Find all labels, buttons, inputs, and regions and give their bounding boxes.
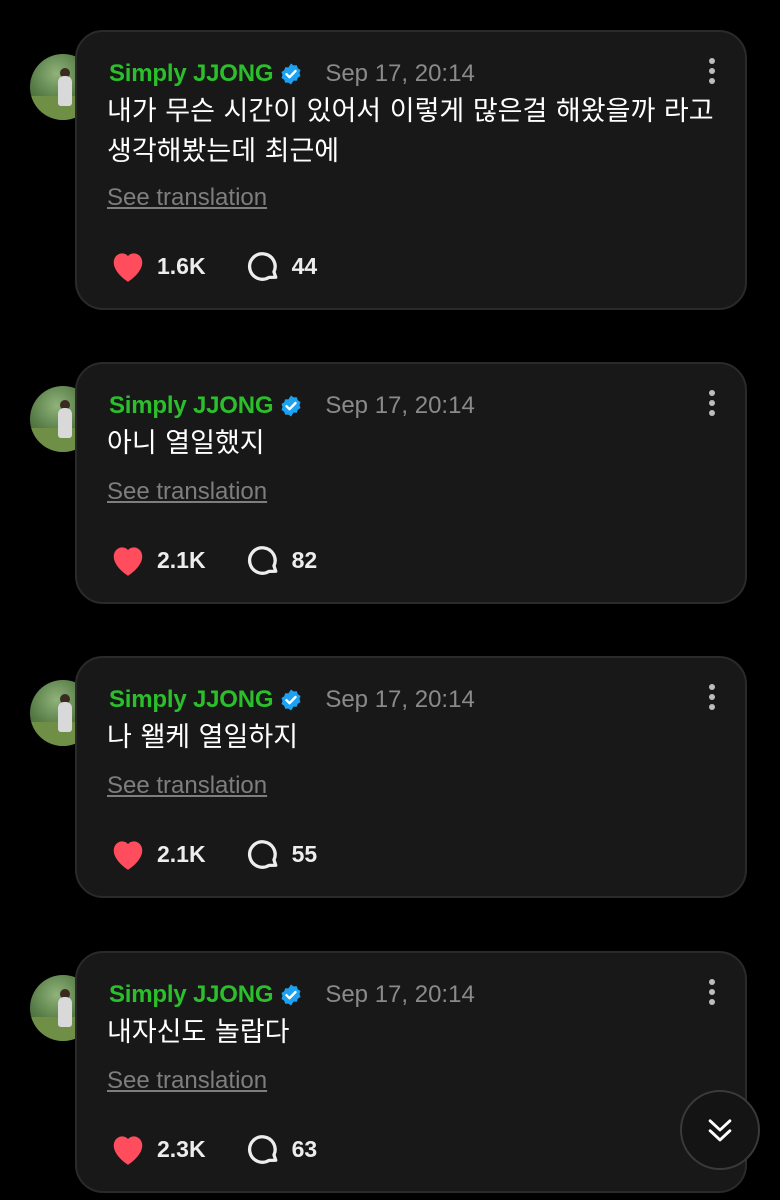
post-time: Sep 17, 20:14	[325, 60, 475, 87]
post-2: Simply JJONG Sep 17, 20:14 아니 열일했지 See t…	[0, 362, 780, 604]
post-actions: 1.6K 44	[109, 248, 355, 284]
more-vertical-icon[interactable]	[707, 684, 717, 714]
reply-button[interactable]: 55	[244, 836, 318, 872]
post-card[interactable]: Simply JJONG Sep 17, 20:14 내가 무슨 시간이 있어서…	[75, 30, 747, 310]
reply-button[interactable]: 82	[244, 542, 318, 578]
author-name[interactable]: Simply JJONG	[109, 392, 274, 420]
post-actions: 2.1K 82	[109, 542, 355, 578]
like-button[interactable]: 2.1K	[109, 542, 206, 578]
post-1: Simply JJONG Sep 17, 20:14 내가 무슨 시간이 있어서…	[0, 30, 780, 310]
post-header: Simply JJONG Sep 17, 20:14	[109, 386, 475, 426]
more-vertical-icon[interactable]	[707, 58, 717, 88]
like-count: 2.1K	[157, 546, 206, 573]
author-name[interactable]: Simply JJONG	[109, 686, 274, 714]
post-card[interactable]: Simply JJONG Sep 17, 20:14 나 왤케 열일하지 See…	[75, 656, 747, 898]
post-actions: 2.3K 63	[109, 1131, 355, 1167]
post-actions: 2.1K 55	[109, 836, 355, 872]
see-translation-link[interactable]: See translation	[107, 1067, 267, 1095]
like-count: 2.3K	[157, 1135, 206, 1162]
post-text: 내자신도 놀랍다	[107, 1017, 290, 1048]
author-name[interactable]: Simply JJONG	[109, 60, 274, 88]
post-3: Simply JJONG Sep 17, 20:14 나 왤케 열일하지 See…	[0, 656, 780, 898]
verified-badge-icon	[281, 395, 301, 417]
post-header: Simply JJONG Sep 17, 20:14	[109, 975, 475, 1015]
post-4: Simply JJONG Sep 17, 20:14 내자신도 놀랍다 See …	[0, 951, 780, 1193]
post-time: Sep 17, 20:14	[325, 392, 475, 419]
like-button[interactable]: 2.3K	[109, 1131, 206, 1167]
double-chevron-down-icon	[708, 1119, 732, 1142]
heart-icon	[113, 253, 143, 282]
post-card[interactable]: Simply JJONG Sep 17, 20:14 내자신도 놀랍다 See …	[75, 951, 747, 1193]
post-header: Simply JJONG Sep 17, 20:14	[109, 680, 475, 720]
post-text: 내가 무슨 시간이 있어서 이렇게 많은걸 해왔을까 라고 생각해봤는데 최근에	[107, 96, 714, 167]
reply-count: 63	[291, 1135, 318, 1162]
more-vertical-icon[interactable]	[707, 390, 717, 420]
like-count: 2.1K	[157, 840, 206, 867]
reply-button[interactable]: 63	[244, 1131, 318, 1167]
post-text: 나 왤케 열일하지	[107, 722, 299, 753]
post-header: Simply JJONG Sep 17, 20:14	[109, 54, 475, 94]
heart-icon	[113, 547, 143, 576]
see-translation-link[interactable]: See translation	[107, 772, 267, 800]
scroll-down-button[interactable]	[680, 1090, 760, 1170]
comment-bubble-icon	[247, 1135, 277, 1164]
like-button[interactable]: 1.6K	[109, 248, 206, 284]
more-vertical-icon[interactable]	[707, 979, 717, 1009]
see-translation-link[interactable]: See translation	[107, 478, 267, 506]
author-name[interactable]: Simply JJONG	[109, 981, 274, 1009]
comment-bubble-icon	[247, 252, 277, 281]
verified-badge-icon	[281, 984, 301, 1006]
verified-badge-icon	[281, 689, 301, 711]
reply-count: 55	[291, 840, 318, 867]
post-time: Sep 17, 20:14	[325, 981, 475, 1008]
post-card[interactable]: Simply JJONG Sep 17, 20:14 아니 열일했지 See t…	[75, 362, 747, 604]
reply-count: 44	[291, 252, 318, 279]
comment-bubble-icon	[247, 840, 277, 869]
post-text: 아니 열일했지	[107, 428, 265, 459]
see-translation-link[interactable]: See translation	[107, 184, 267, 212]
like-count: 1.6K	[157, 252, 206, 279]
post-time: Sep 17, 20:14	[325, 686, 475, 713]
heart-icon	[113, 841, 143, 870]
reply-count: 82	[291, 546, 318, 573]
verified-badge-icon	[281, 63, 301, 85]
comment-bubble-icon	[247, 546, 277, 575]
heart-icon	[113, 1136, 143, 1165]
reply-button[interactable]: 44	[244, 248, 318, 284]
like-button[interactable]: 2.1K	[109, 836, 206, 872]
